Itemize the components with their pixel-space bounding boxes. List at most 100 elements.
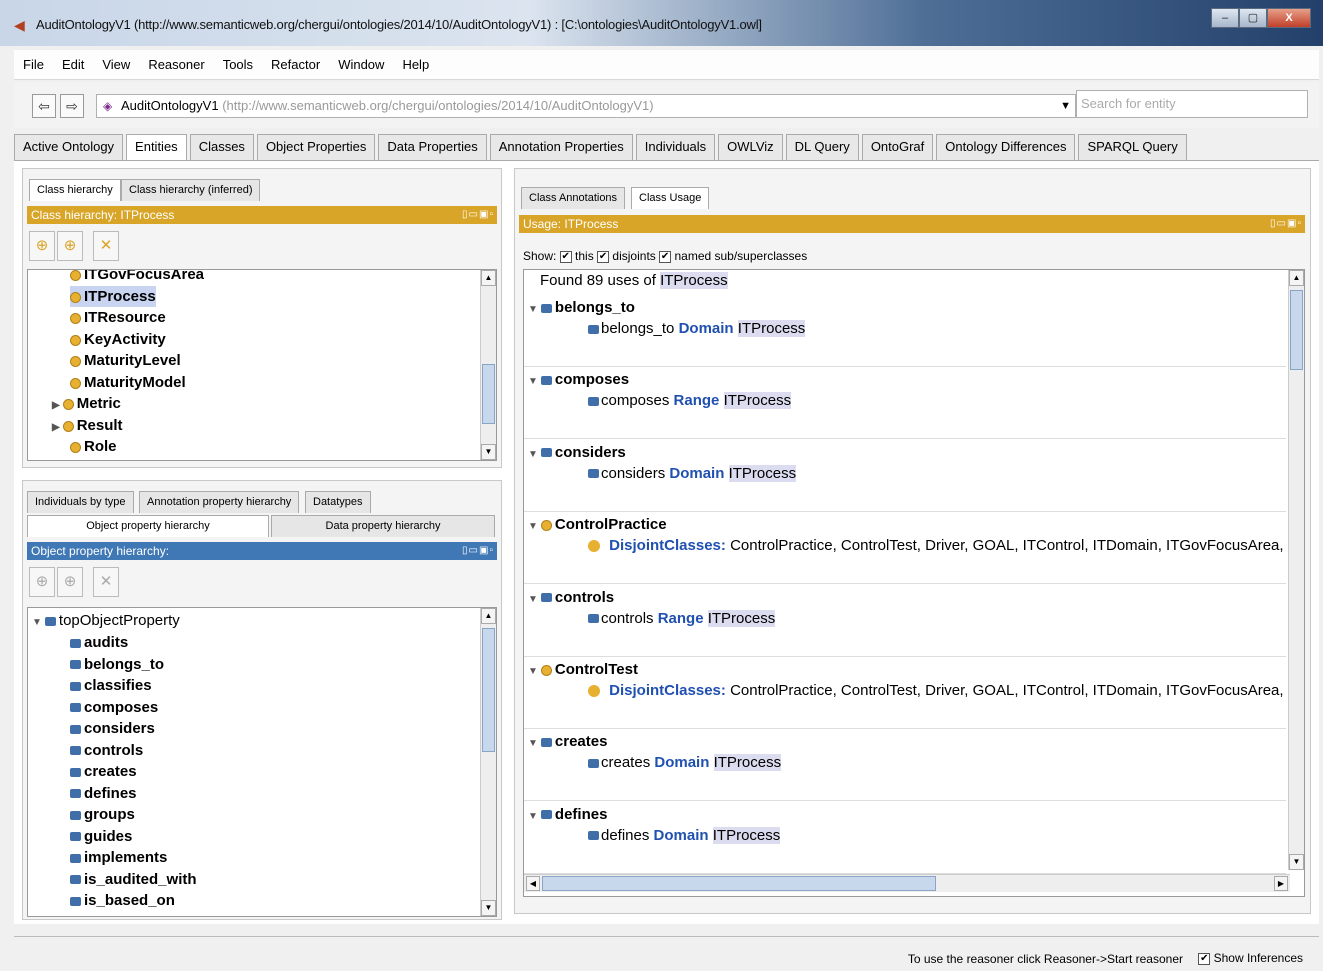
usage-group-header[interactable]: ▼ belongs_to bbox=[528, 297, 635, 318]
tab-object-properties[interactable]: Object Properties bbox=[256, 134, 376, 160]
menu-window[interactable]: Window bbox=[329, 57, 393, 72]
tree-item-itresource[interactable]: ITResource bbox=[70, 307, 166, 328]
add-sibling-property-icon[interactable]: ⊕ bbox=[57, 567, 83, 597]
checkbox-this[interactable]: ✔ bbox=[559, 250, 572, 263]
delete-property-icon[interactable]: ✕ bbox=[93, 567, 119, 597]
tab-object-property-hierarchy[interactable]: Object property hierarchy bbox=[27, 515, 269, 537]
collapse-triangle-icon[interactable]: ▼ bbox=[528, 521, 538, 532]
usage-group-header[interactable]: ▼ considers bbox=[528, 442, 626, 463]
menu-tools[interactable]: Tools bbox=[214, 57, 262, 72]
usage-axiom[interactable]: DisjointClasses: ControlPractice, Contro… bbox=[588, 537, 1304, 555]
property-tree-scrollbar[interactable]: ▲ ▼ bbox=[480, 608, 496, 916]
delete-class-icon[interactable]: ✕ bbox=[93, 231, 119, 261]
usage-group-header[interactable]: ▼ defines bbox=[528, 804, 607, 825]
menu-edit[interactable]: Edit bbox=[53, 57, 93, 72]
add-subclass-icon[interactable]: ⊕ bbox=[29, 231, 55, 261]
view-controls-icon[interactable]: ▯▭▣▫ bbox=[462, 206, 494, 224]
tree-item-role[interactable]: Role bbox=[70, 436, 117, 457]
tab-data-properties[interactable]: Data Properties bbox=[378, 134, 487, 160]
usage-axiom[interactable]: DisjointClasses: ControlPractice, Contro… bbox=[588, 682, 1304, 699]
tab-data-property-hierarchy[interactable]: Data property hierarchy bbox=[271, 515, 495, 537]
tab-class-usage[interactable]: Class Usage bbox=[631, 187, 710, 209]
tab-annotation-properties[interactable]: Annotation Properties bbox=[489, 134, 633, 160]
usage-group-header[interactable]: ▼ creates bbox=[528, 731, 607, 752]
scroll-up-icon[interactable]: ▲ bbox=[481, 608, 496, 624]
tree-item-maturitymodel[interactable]: MaturityModel bbox=[70, 372, 186, 393]
tab-annotation-property-hierarchy[interactable]: Annotation property hierarchy bbox=[139, 491, 300, 513]
expand-triangle-icon[interactable]: ▶ bbox=[52, 422, 60, 433]
tab-classes[interactable]: Classes bbox=[189, 134, 254, 160]
tab-sparql-query[interactable]: SPARQL Query bbox=[1078, 134, 1187, 160]
scroll-up-icon[interactable]: ▲ bbox=[1289, 270, 1304, 286]
tab-datatypes[interactable]: Datatypes bbox=[305, 491, 371, 513]
scroll-down-icon[interactable]: ▼ bbox=[1289, 854, 1304, 870]
collapse-triangle-icon[interactable]: ▼ bbox=[528, 666, 538, 677]
usage-axiom[interactable]: controls Range ITProcess bbox=[588, 609, 776, 627]
tree-item-property[interactable]: classifies bbox=[70, 675, 152, 696]
back-arrow-icon[interactable]: ⇦ bbox=[32, 94, 56, 118]
usage-group-header[interactable]: ▼ ControlTest bbox=[528, 659, 638, 680]
menu-refactor[interactable]: Refactor bbox=[262, 57, 329, 72]
tree-item-property[interactable]: composes bbox=[70, 697, 158, 718]
menu-file[interactable]: File bbox=[14, 57, 53, 72]
ontology-selector[interactable]: ◈ AuditOntologyV1 (http://www.semanticwe… bbox=[96, 94, 1076, 118]
tree-item-metric[interactable]: ▶ Metric bbox=[52, 393, 121, 414]
tab-class-annotations[interactable]: Class Annotations bbox=[521, 187, 626, 209]
usage-horizontal-scrollbar[interactable]: ◀ ▶ bbox=[524, 874, 1290, 892]
maximize-button[interactable]: ▢ bbox=[1239, 8, 1267, 28]
tree-item-property[interactable]: groups bbox=[70, 804, 135, 825]
tab-entities[interactable]: Entities bbox=[126, 134, 187, 162]
tree-item-property[interactable]: is_audited_with bbox=[70, 869, 197, 890]
class-tree-scrollbar[interactable]: ▲ ▼ bbox=[480, 270, 496, 460]
collapse-triangle-icon[interactable]: ▼ bbox=[528, 811, 538, 822]
show-inferences-toggle[interactable]: ✔ Show Inferences bbox=[1198, 951, 1303, 965]
usage-group-header[interactable]: ▼ ControlPractice bbox=[528, 514, 667, 535]
usage-axiom[interactable]: considers Domain ITProcess bbox=[588, 464, 797, 482]
checkbox-named-sub-superclasses[interactable]: ✔ bbox=[659, 250, 672, 263]
scroll-thumb[interactable] bbox=[1290, 290, 1303, 370]
collapse-triangle-icon[interactable]: ▼ bbox=[528, 449, 538, 460]
tab-class-hierarchy[interactable]: Class hierarchy bbox=[29, 179, 121, 201]
tab-active-ontology[interactable]: Active Ontology bbox=[14, 134, 124, 160]
tree-item-property[interactable]: guides bbox=[70, 826, 132, 847]
tree-item-property[interactable]: controls bbox=[70, 740, 143, 761]
tree-item-property[interactable]: audits bbox=[70, 632, 128, 653]
checkbox-disjoints[interactable]: ✔ bbox=[597, 250, 610, 263]
scroll-up-icon[interactable]: ▲ bbox=[481, 270, 496, 286]
scroll-down-icon[interactable]: ▼ bbox=[481, 444, 496, 460]
expand-triangle-icon[interactable]: ▶ bbox=[52, 400, 60, 411]
tree-item-property[interactable]: creates bbox=[70, 761, 137, 782]
collapse-triangle-icon[interactable]: ▼ bbox=[528, 304, 538, 315]
scroll-thumb[interactable] bbox=[482, 628, 495, 752]
show-inferences-checkbox[interactable]: ✔ bbox=[1198, 952, 1211, 965]
usage-axiom[interactable]: composes Range ITProcess bbox=[588, 392, 792, 410]
search-input[interactable]: Search for entity bbox=[1076, 90, 1308, 118]
tab-individuals-by-type[interactable]: Individuals by type bbox=[27, 491, 134, 513]
scroll-thumb[interactable] bbox=[542, 876, 936, 891]
tab-individuals[interactable]: Individuals bbox=[635, 134, 716, 160]
scroll-left-icon[interactable]: ◀ bbox=[526, 876, 540, 891]
minimize-button[interactable]: – bbox=[1211, 8, 1239, 28]
menu-reasoner[interactable]: Reasoner bbox=[139, 57, 213, 72]
scroll-thumb[interactable] bbox=[482, 364, 495, 424]
collapse-triangle-icon[interactable]: ▼ bbox=[528, 376, 538, 387]
usage-group-header[interactable]: ▼ controls bbox=[528, 587, 614, 608]
menu-view[interactable]: View bbox=[93, 57, 139, 72]
usage-vertical-scrollbar[interactable]: ▲ ▼ bbox=[1288, 270, 1304, 870]
chevron-down-icon[interactable]: ▼ bbox=[1060, 95, 1071, 117]
tree-item-property[interactable]: implements bbox=[70, 847, 167, 868]
tab-ontology-differences[interactable]: Ontology Differences bbox=[936, 134, 1076, 160]
close-button[interactable]: X bbox=[1267, 8, 1311, 28]
scroll-down-icon[interactable]: ▼ bbox=[481, 900, 496, 916]
tree-item-property[interactable]: defines bbox=[70, 783, 137, 804]
tree-item-property[interactable]: is_based_on bbox=[70, 890, 175, 911]
tab-class-hierarchy-inferred[interactable]: Class hierarchy (inferred) bbox=[121, 179, 261, 201]
tab-ontograf[interactable]: OntoGraf bbox=[861, 134, 934, 160]
forward-arrow-icon[interactable]: ⇨ bbox=[60, 94, 84, 118]
add-sub-property-icon[interactable]: ⊕ bbox=[29, 567, 55, 597]
usage-axiom[interactable]: defines Domain ITProcess bbox=[588, 826, 781, 844]
tree-item-keyactivity[interactable]: KeyActivity bbox=[70, 329, 166, 350]
view-controls-icon[interactable]: ▯▭▣▫ bbox=[462, 542, 494, 560]
tree-item-maturitylevel[interactable]: MaturityLevel bbox=[70, 350, 181, 371]
usage-axiom[interactable]: creates Domain ITProcess bbox=[588, 754, 782, 772]
